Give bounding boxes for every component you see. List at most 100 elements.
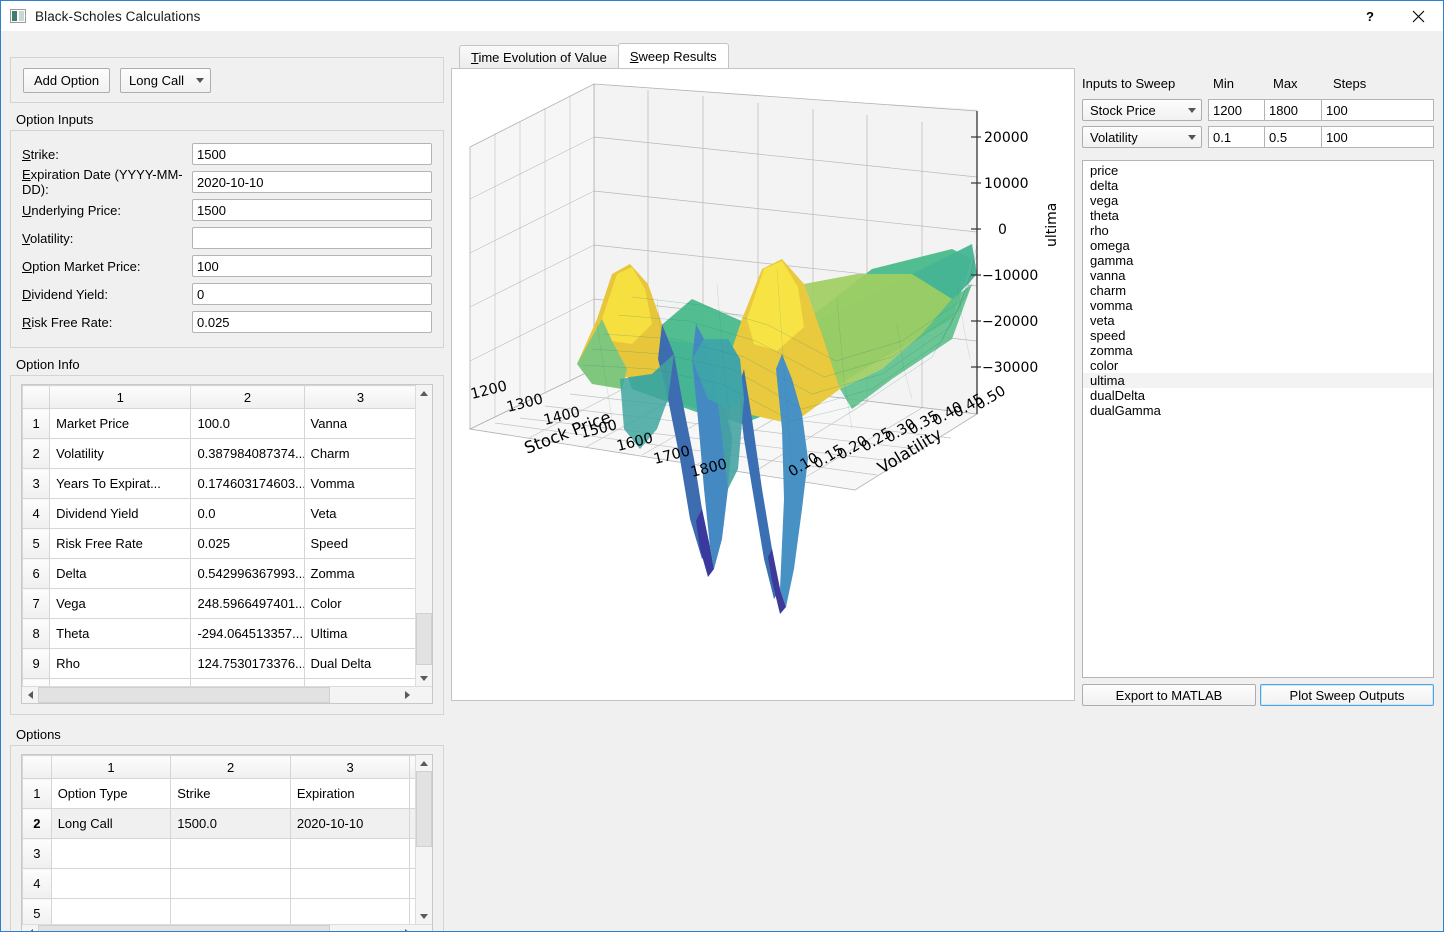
underlying-price-input[interactable] <box>192 199 432 221</box>
options-col-header-1[interactable]: 1 <box>50 755 172 779</box>
table-cell[interactable]: 0.025 <box>190 528 305 559</box>
table-cell[interactable] <box>50 838 172 869</box>
vscroll-thumb[interactable] <box>416 613 432 665</box>
hscroll-thumb[interactable] <box>38 687 330 703</box>
tab-time-evolution-of-value[interactable]: Time Evolution of Value <box>459 45 619 68</box>
table-cell[interactable] <box>49 678 192 686</box>
options-vscrollbar[interactable] <box>415 755 432 924</box>
options-scroll-right-button[interactable] <box>399 925 415 931</box>
table-cell[interactable]: Zomma <box>303 558 415 589</box>
strike-input[interactable] <box>192 143 432 165</box>
sweep-output-item[interactable]: color <box>1083 358 1433 373</box>
col-header-3[interactable]: 3 <box>303 385 415 409</box>
table-row[interactable]: 1Market Price100.0Vanna0.055341255593 <box>22 408 415 439</box>
table-cell[interactable]: Delta <box>49 558 192 589</box>
volatility-input[interactable] <box>192 227 432 249</box>
table-row[interactable]: 2Volatility0.387984087374...Charm-0.1226… <box>22 438 415 469</box>
sweep-output-item[interactable]: delta <box>1083 178 1433 193</box>
table-cell[interactable] <box>170 838 291 869</box>
table-cell[interactable]: Veta <box>303 498 415 529</box>
table-cell[interactable]: Ultima <box>303 618 415 649</box>
table-cell[interactable]: 2020-10-10 <box>289 808 411 839</box>
sweep-output-item[interactable]: charm <box>1083 283 1433 298</box>
options-scroll-down-button[interactable] <box>416 908 432 924</box>
table-cell[interactable] <box>289 898 411 924</box>
table-cell[interactable]: Volatility <box>49 438 192 469</box>
add-option-button[interactable]: Add Option <box>23 67 111 93</box>
help-button[interactable]: ? <box>1347 1 1393 31</box>
table-row[interactable]: 5 <box>22 898 415 924</box>
table-row[interactable]: 7Vega248.5966497401...Color-0.0046705128… <box>22 588 415 619</box>
sweep-output-item[interactable]: omega <box>1083 238 1433 253</box>
sweep-output-item[interactable]: gamma <box>1083 253 1433 268</box>
options-vscroll-thumb[interactable] <box>416 771 432 847</box>
table-cell[interactable]: Vomma <box>303 468 415 499</box>
table-row[interactable]: 5Risk Free Rate0.025Speed-1.81155190386 <box>22 528 415 559</box>
table-cell[interactable]: Rho <box>49 648 192 679</box>
options-col-header-2[interactable]: 2 <box>170 755 291 779</box>
table-cell[interactable]: 0.0 <box>190 498 305 529</box>
sweep-output-item[interactable]: price <box>1083 163 1433 178</box>
sweep-min-input-2[interactable] <box>1208 126 1265 148</box>
table-cell[interactable]: Years To Expirat... <box>49 468 192 499</box>
risk-free-rate-input[interactable] <box>192 311 432 333</box>
table-cell[interactable]: Option Type <box>50 778 172 809</box>
sweep-output-item[interactable]: vomma <box>1083 298 1433 313</box>
table-row[interactable]: 2Long Call1500.02020-10-101500.0 <box>22 808 415 839</box>
tab-sweep-results[interactable]: Sweep Results <box>617 43 729 68</box>
sweep-results-plot[interactable]: 20000 10000 0 −10000 −20000 −30000 ultim… <box>451 68 1075 701</box>
scroll-right-button[interactable] <box>399 687 415 703</box>
options-scroll-left-button[interactable] <box>22 925 38 931</box>
table-cell[interactable]: 100.0 <box>190 408 305 439</box>
sweep-input-combo-2[interactable]: Volatility <box>1082 126 1202 148</box>
scroll-down-button[interactable] <box>416 670 432 686</box>
table-cell[interactable]: Strike <box>170 778 291 809</box>
table-row[interactable]: 3 Years To Expirat... 0.174603174603... Vom… <box>22 468 415 499</box>
scroll-left-button[interactable] <box>22 687 38 703</box>
table-cell[interactable] <box>50 898 172 924</box>
sweep-output-item[interactable]: vanna <box>1083 268 1433 283</box>
option-market-price-input[interactable] <box>192 255 432 277</box>
table-row[interactable]: 3 <box>22 838 415 869</box>
sweep-max-input-1[interactable] <box>1264 99 1322 121</box>
col-header-1[interactable]: 1 <box>49 385 192 409</box>
sweep-output-item[interactable]: theta <box>1083 208 1433 223</box>
sweep-output-item[interactable]: veta <box>1083 313 1433 328</box>
expiration-date-input[interactable] <box>192 171 432 193</box>
options-scroll-up-button[interactable] <box>416 755 432 771</box>
table-cell[interactable]: Long Call <box>50 808 172 839</box>
sweep-output-item[interactable]: speed <box>1083 328 1433 343</box>
table-cell[interactable]: Speed <box>303 528 415 559</box>
table-cell[interactable]: 1500.0 <box>170 808 291 839</box>
options-hscrollbar[interactable] <box>22 924 432 931</box>
table-row[interactable]: 8Theta-294.064513357...Ultima-14.3866454… <box>22 618 415 649</box>
table-cell[interactable]: Theta <box>49 618 192 649</box>
table-cell[interactable]: 0.542996367993... <box>190 558 305 589</box>
sweep-output-item[interactable]: vega <box>1083 193 1433 208</box>
table-row[interactable]: 4 <box>22 868 415 899</box>
table-cell[interactable]: Dividend Yield <box>49 498 192 529</box>
options-col-header-3[interactable]: 3 <box>289 755 411 779</box>
sweep-output-item[interactable]: dualGamma <box>1083 403 1433 418</box>
sweep-outputs-list[interactable]: price delta vega theta rho omega gamma vanna cha… <box>1082 160 1434 678</box>
table-cell[interactable] <box>289 868 411 899</box>
table-cell[interactable]: Dual Delta <box>303 648 415 679</box>
dividend-yield-input[interactable] <box>192 283 432 305</box>
table-row[interactable]: 1Option TypeStrikeExpirationUnderlying P… <box>22 778 415 809</box>
option-type-combo[interactable]: Long Call <box>120 67 211 93</box>
sweep-output-item[interactable]: ultima <box>1083 373 1433 388</box>
options-hscroll-thumb[interactable] <box>38 925 330 931</box>
table-cell[interactable] <box>170 898 291 924</box>
table-cell[interactable]: Vanna <box>303 408 415 439</box>
table-cell[interactable]: -294.064513357... <box>190 618 305 649</box>
sweep-output-item[interactable]: dualDelta <box>1083 388 1433 403</box>
sweep-output-item[interactable]: zomma <box>1083 343 1433 358</box>
table-cell[interactable]: Color <box>303 588 415 619</box>
sweep-input-combo-1[interactable]: Stock Price <box>1082 99 1202 121</box>
option-info-hscrollbar[interactable] <box>22 686 432 703</box>
table-cell[interactable]: Expiration <box>289 778 411 809</box>
table-cell[interactable] <box>170 868 291 899</box>
table-cell[interactable] <box>50 868 172 899</box>
sweep-output-item[interactable]: rho <box>1083 223 1433 238</box>
export-to-matlab-button[interactable]: Export to MATLAB <box>1082 684 1256 706</box>
